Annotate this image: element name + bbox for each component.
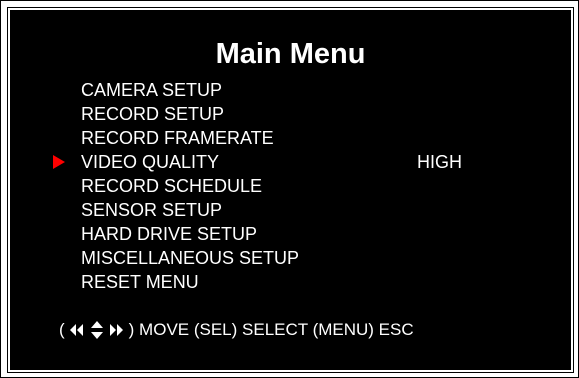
main-menu-screen: Main Menu CAMERA SETUP RECORD SETUP RECO… [7,7,574,373]
menu-item-reset-menu[interactable]: RESET MENU [81,270,299,294]
hint-open-paren: ( [59,320,65,339]
navigation-hint: ( ) MOVE (SEL) SELECT (MENU) ESC [59,318,414,342]
menu-item-label: CAMERA SETUP [81,80,223,100]
menu-item-label: RECORD SETUP [81,104,225,124]
menu-item-miscellaneous-setup[interactable]: MISCELLANEOUS SETUP [81,246,299,270]
menu-item-camera-setup[interactable]: CAMERA SETUP [81,78,299,102]
menu-item-label: RESET MENU [81,272,199,292]
menu-title: Main Menu [215,38,366,70]
dvr-osd-frame: Main Menu CAMERA SETUP RECORD SETUP RECO… [0,0,579,378]
menu-item-sensor-setup[interactable]: SENSOR SETUP [81,198,299,222]
menu-item-label: MISCELLANEOUS SETUP [81,248,300,268]
menu-item-label: HARD DRIVE SETUP [81,224,258,244]
main-menu-list: CAMERA SETUP RECORD SETUP RECORD FRAMERA… [53,78,462,294]
hint-text: ) MOVE (SEL) SELECT (MENU) ESC [128,320,414,339]
menu-item-label: SENSOR SETUP [81,200,223,220]
video-quality-value[interactable]: HIGH [417,150,462,174]
menu-item-video-quality[interactable]: VIDEO QUALITY HIGH [53,150,462,174]
selection-arrow-icon [53,155,65,169]
menu-item-hard-drive-setup[interactable]: HARD DRIVE SETUP [81,222,299,246]
navigation-arrows-icon [69,319,125,341]
menu-item-label: RECORD FRAMERATE [81,128,274,148]
menu-item-record-setup[interactable]: RECORD SETUP [81,102,299,126]
menu-item-record-framerate[interactable]: RECORD FRAMERATE [81,126,299,150]
menu-item-label: RECORD SCHEDULE [81,176,263,196]
menu-item-record-schedule[interactable]: RECORD SCHEDULE [81,174,299,198]
menu-item-label: VIDEO QUALITY [81,152,220,172]
